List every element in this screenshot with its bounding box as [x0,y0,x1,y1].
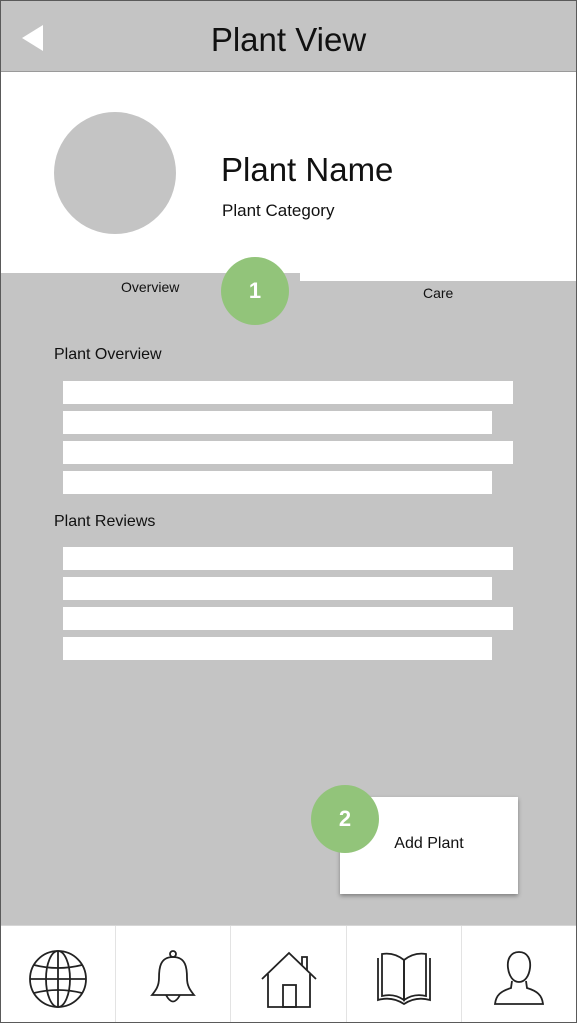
user-icon [493,951,544,1005]
plant-avatar [54,112,176,234]
review-text-line [63,547,513,570]
overview-section-title: Plant Overview [54,346,162,363]
tab-overview-label: Overview [121,279,180,295]
overview-text-line [63,441,513,464]
back-button[interactable] [19,23,49,53]
overview-text-line [63,381,513,404]
review-text-line [63,577,492,600]
page-title: Plant View [210,21,367,58]
home-icon [260,951,317,1008]
nav-explore[interactable] [1,926,117,1022]
tab-care[interactable]: Care [423,285,453,301]
annotation-badge-2: 2 [311,785,379,853]
app-header: Plant View [1,1,576,72]
book-icon [376,952,431,1006]
nav-library[interactable] [347,926,462,1022]
review-text-line [63,607,513,630]
nav-home[interactable] [231,926,347,1022]
nav-notifications[interactable] [116,926,232,1022]
annotation-badge-1: 1 [221,257,289,325]
review-text-line [63,637,492,660]
bottom-nav [1,925,576,1022]
nav-profile[interactable] [462,926,576,1022]
reviews-section-title: Plant Reviews [54,513,156,530]
tab-care-strip [300,273,576,281]
overview-text-line [63,471,492,494]
plant-view-screen: Plant View Plant Name Plant Category Ove… [0,0,577,1023]
back-arrow-icon [22,25,43,51]
bell-icon [150,950,197,1003]
plant-name: Plant Name [221,151,394,188]
globe-icon [29,950,87,1008]
content-panel: Overview Care 1 Plant Overview Plant Rev… [1,257,576,925]
plant-category: Plant Category [222,201,335,220]
overview-text-line [63,411,492,434]
